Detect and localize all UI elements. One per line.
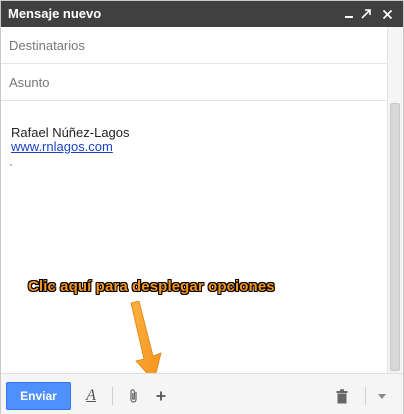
message-body[interactable]: Rafael Núñez-Lagos www.rnlagos.com: [1, 101, 387, 373]
compose-window: Mensaje nuevo Destinatarios Asunto Rafae…: [0, 0, 404, 414]
expand-icon[interactable]: [357, 1, 375, 27]
trash-icon[interactable]: [333, 382, 351, 410]
recipients-field[interactable]: Destinatarios: [1, 27, 387, 64]
body-cursor-dot: [10, 164, 12, 166]
plus-icon[interactable]: [151, 382, 171, 410]
chevron-down-icon[interactable]: [373, 382, 391, 410]
send-button[interactable]: Enviar: [6, 382, 71, 410]
attach-icon[interactable]: [125, 382, 143, 410]
format-text-icon[interactable]: A: [81, 382, 101, 410]
recipients-placeholder: Destinatarios: [9, 38, 85, 53]
signature-link[interactable]: www.rnlagos.com: [11, 139, 113, 154]
toolbar-divider: [365, 387, 366, 405]
scrollbar-thumb[interactable]: [390, 103, 400, 371]
window-title: Mensaje nuevo: [8, 6, 102, 21]
annotation-label: Clic aquí para desplegar opciones: [28, 278, 275, 295]
close-icon[interactable]: [378, 1, 396, 27]
subject-placeholder: Asunto: [9, 75, 50, 90]
toolbar-divider: [112, 387, 113, 405]
compose-toolbar: Enviar A: [1, 373, 403, 414]
signature-name: Rafael Núñez-Lagos: [11, 125, 130, 140]
title-bar[interactable]: Mensaje nuevo: [1, 1, 403, 27]
minimize-icon[interactable]: [340, 1, 358, 27]
subject-field[interactable]: Asunto: [1, 64, 387, 101]
